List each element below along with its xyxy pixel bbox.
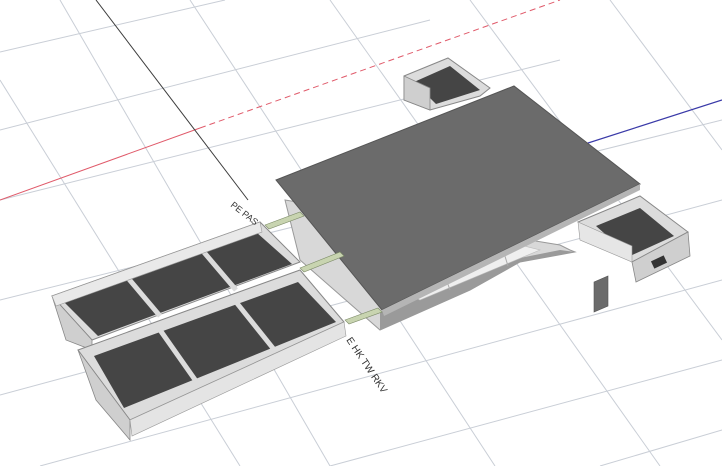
- scene-canvas[interactable]: PE PAS E HK TW RKV: [0, 0, 722, 466]
- rail-label-2: E HK TW RKV: [344, 336, 390, 396]
- 3d-viewport[interactable]: PE PAS E HK TW RKV: [0, 0, 722, 466]
- side-flap: [593, 275, 609, 313]
- rail-label-1: PE PAS: [229, 200, 260, 227]
